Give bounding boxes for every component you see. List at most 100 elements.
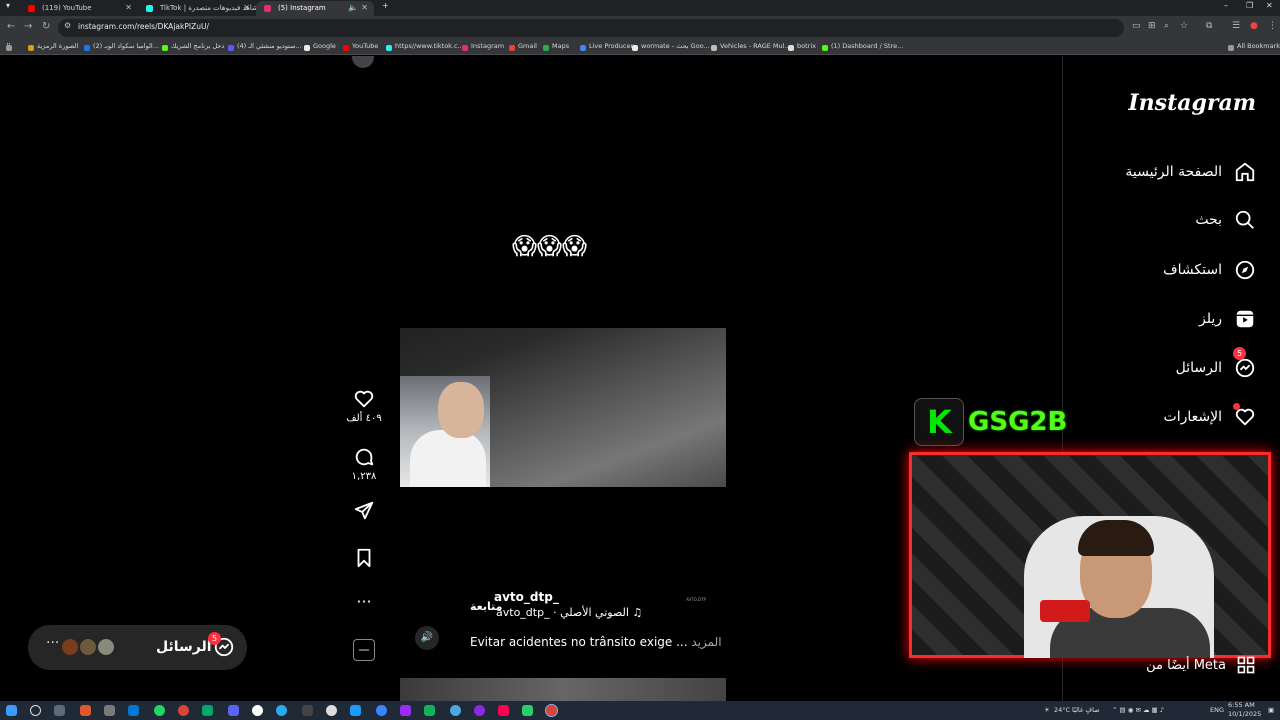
apps-grid-icon[interactable]: ⠿ <box>6 42 12 51</box>
app-icon[interactable] <box>522 705 533 716</box>
instagram-logo[interactable]: Instagram <box>1128 90 1256 116</box>
extension-red-icon[interactable]: ● <box>1250 21 1258 31</box>
bookmark-item[interactable]: (1) Dashboard / Stre... <box>822 42 903 51</box>
clock-time[interactable]: 6:55 AM <box>1228 701 1255 709</box>
forward-icon[interactable]: → <box>24 21 32 32</box>
reel-caption[interactable]: Evitar acidentes no trânsito exige ... ا… <box>470 635 722 649</box>
app-icon[interactable] <box>202 705 213 716</box>
bookmark-item[interactable]: wormate - بحث Goo... <box>632 42 710 51</box>
minimize-icon[interactable]: – <box>1224 1 1228 10</box>
audio-thumbnail[interactable] <box>353 639 375 661</box>
discord-icon[interactable] <box>228 705 239 716</box>
bookmark-item[interactable]: https//www.tiktok.c... <box>386 42 464 51</box>
messenger-icon <box>1235 358 1255 378</box>
address-bar[interactable]: ⚙ instagram.com/reels/DKAjakPIZuU/ <box>58 19 1124 37</box>
search-icon[interactable] <box>30 705 41 716</box>
app-icon[interactable] <box>474 705 485 716</box>
bookmark-item[interactable]: (2) الوامبا سكواد الوبـ... <box>84 42 159 51</box>
app-icon[interactable] <box>350 705 361 716</box>
bookmark-item[interactable]: الصورة الرمزية <box>28 42 78 51</box>
bookmark-item[interactable]: (4) ستوديو منشئي الـ... <box>228 42 302 51</box>
tab-tiktok[interactable]: TikTok | شاهد فيديوهات متصدرة ✕ <box>138 1 256 16</box>
app-icon[interactable] <box>376 705 387 716</box>
messages-more-icon[interactable]: ··· <box>46 635 59 651</box>
tiktok-icon[interactable] <box>498 705 509 716</box>
app-icon[interactable] <box>252 705 263 716</box>
reel-audio[interactable]: avto_dtp_ · الصوتي الأصلي ♫ <box>496 606 642 619</box>
nav-reels[interactable]: ريلز <box>1199 304 1256 334</box>
menu-icon[interactable]: ⋮ <box>1268 21 1277 31</box>
save-button[interactable] <box>344 547 384 572</box>
site-info-icon[interactable]: ⚙ <box>64 21 71 30</box>
obs-icon[interactable] <box>326 705 337 716</box>
new-tab-icon[interactable]: + <box>382 1 389 10</box>
comment-button[interactable]: ١,٢٣٨ <box>344 446 384 482</box>
nav-explore[interactable]: استكشاف <box>1163 255 1256 285</box>
close-tab-icon[interactable]: ✕ <box>125 1 132 15</box>
app-icon[interactable] <box>424 705 435 716</box>
reel-author[interactable]: avto_dtp_ <box>494 590 559 604</box>
app-icon[interactable] <box>128 705 139 716</box>
app-icon[interactable] <box>302 705 313 716</box>
close-tab-icon[interactable]: ✕ <box>243 1 250 15</box>
bookmark-item[interactable]: YouTube <box>343 42 378 51</box>
cast-icon[interactable]: ▭ <box>1132 21 1141 31</box>
nav-messages[interactable]: الرسائل 5 <box>1175 347 1256 383</box>
tab-youtube[interactable]: (119) YouTube ✕ <box>20 1 138 16</box>
zoom-icon[interactable]: ⌕ <box>1164 21 1169 31</box>
caption-more-link[interactable]: المزيد <box>691 635 721 649</box>
all-bookmarks[interactable]: All Bookmarks <box>1228 42 1280 51</box>
bookmark-item[interactable]: Maps <box>543 42 569 51</box>
window-close-icon[interactable]: ✕ <box>1266 1 1273 10</box>
nav-label: الرسائل <box>1175 360 1222 376</box>
clock-date[interactable]: 10/1/2025 <box>1228 710 1261 718</box>
chrome-active-icon[interactable] <box>545 704 558 717</box>
telegram-icon[interactable] <box>276 705 287 716</box>
back-icon[interactable]: ← <box>7 21 15 32</box>
bookmark-star-icon[interactable]: ☆ <box>1180 21 1188 31</box>
maximize-icon[interactable]: ❐ <box>1246 1 1253 10</box>
language-indicator[interactable]: ENG <box>1210 706 1224 714</box>
translate-icon[interactable]: ⊞ <box>1148 21 1156 31</box>
task-view-icon[interactable] <box>54 705 65 716</box>
streamer-name: GSG2B <box>968 407 1068 437</box>
tray-icons[interactable]: ⌃ ▤ ◉ ✉ ☁ ▦ ♪ <box>1112 706 1164 714</box>
extensions-icon[interactable]: ⧉ <box>1206 21 1212 31</box>
audio-playing-icon[interactable]: 🔈 <box>348 1 358 15</box>
bookmark-item[interactable]: Live Producer <box>580 42 633 51</box>
nav-home[interactable]: الصفحة الرئيسية <box>1125 157 1256 187</box>
mute-button[interactable]: 🔊 <box>415 626 439 650</box>
app-icon[interactable] <box>80 705 91 716</box>
nav-search[interactable]: بحث <box>1195 205 1256 235</box>
reload-icon[interactable]: ↻ <box>42 21 50 32</box>
bookmark-item[interactable]: Vehicles - RAGE Mul... <box>711 42 791 51</box>
app-icon[interactable] <box>400 705 411 716</box>
app-icon[interactable] <box>450 705 461 716</box>
windows-start-icon[interactable] <box>6 705 17 716</box>
close-tab-icon[interactable]: ✕ <box>361 1 368 15</box>
bookmark-item[interactable]: Google <box>304 42 336 51</box>
more-options-button[interactable]: ··· <box>344 592 384 611</box>
profile-icon[interactable]: ☰ <box>1232 21 1240 31</box>
tab-search-icon[interactable]: ▾ <box>6 1 10 10</box>
browser-tab-strip: ▾ (119) YouTube ✕ TikTok | شاهد فيديوهات… <box>0 0 1280 16</box>
whatsapp-icon[interactable] <box>154 705 165 716</box>
share-button[interactable] <box>344 500 384 525</box>
messages-pill[interactable]: ··· الرسائل 5 <box>28 625 247 670</box>
nav-also-from-meta[interactable]: أيضًا من Meta <box>1146 655 1256 675</box>
bookmark-item[interactable]: botrix <box>788 42 816 51</box>
weather-temp[interactable]: 24°C <box>1054 706 1070 714</box>
chrome-icon[interactable] <box>178 705 189 716</box>
app-icon[interactable] <box>104 705 115 716</box>
weather-description[interactable]: صافٍ غالبًا <box>1072 706 1100 714</box>
tab-instagram[interactable]: (5) Instagram 🔈 ✕ <box>256 1 374 16</box>
author-avatar[interactable]: AVTO.DTP <box>686 597 708 613</box>
url-text[interactable]: instagram.com/reels/DKAjakPIZuU/ <box>78 22 209 31</box>
bookmark-item[interactable]: دخل برنامج الشريك <box>162 42 224 51</box>
nav-notifications[interactable]: الإشعارات <box>1164 402 1256 432</box>
like-button[interactable]: ٤٠٩ ألف <box>344 388 384 424</box>
notification-center-icon[interactable]: ▣ <box>1268 706 1274 714</box>
bookmark-item[interactable]: Instagram <box>462 42 504 51</box>
bookmark-item[interactable]: Gmail <box>509 42 537 51</box>
next-reel-preview[interactable] <box>400 678 726 701</box>
